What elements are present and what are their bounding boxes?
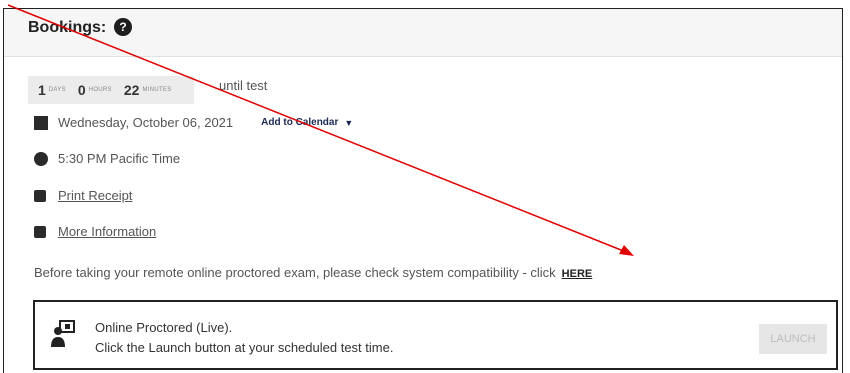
print-receipt-link[interactable]: Print Receipt [58, 188, 132, 203]
session-subtitle: Click the Launch button at your schedule… [95, 340, 394, 355]
date-row: Wednesday, October 06, 2021 Add to Calen… [34, 115, 353, 130]
countdown-minutes-value: 22 [123, 82, 140, 98]
session-card: Online Proctored (Live). Click the Launc… [33, 300, 838, 370]
help-icon[interactable]: ? [114, 18, 132, 36]
launch-button[interactable]: LAUNCH [759, 324, 827, 354]
info-icon [34, 225, 46, 238]
add-to-calendar-button[interactable]: Add to Calendar [261, 117, 338, 128]
print-receipt-row: Print Receipt [34, 188, 132, 203]
test-time: 5:30 PM Pacific Time [58, 151, 181, 166]
countdown-hours-value: 0 [77, 82, 86, 98]
proctor-person-icon [51, 320, 75, 347]
calendar-icon [34, 115, 48, 130]
here-link[interactable]: HERE [562, 268, 593, 280]
test-date: Wednesday, October 06, 2021 [58, 115, 234, 130]
session-title: Online Proctored (Live). [95, 320, 233, 335]
chevron-down-icon[interactable]: ▼ [344, 118, 353, 128]
countdown-days-unit: DAYS [48, 87, 66, 93]
countdown-timer: 1 DAYS 0 HOURS 22 MINUTES [28, 76, 194, 104]
countdown-minutes-unit: MINUTES [142, 87, 172, 93]
until-test-label: until test [219, 78, 268, 93]
countdown-days-value: 1 [38, 82, 46, 98]
compatibility-text: Before taking your remote online proctor… [34, 265, 556, 280]
compatibility-notice: Before taking your remote online proctor… [34, 265, 592, 280]
bookings-panel: Bookings: ? 1 DAYS 0 HOURS 22 MINUTES un… [3, 8, 843, 373]
time-row: 5:30 PM Pacific Time [34, 151, 180, 166]
bookings-title: Bookings: [28, 19, 107, 36]
bookings-header: Bookings: ? [4, 9, 842, 57]
more-information-row: More Information [34, 224, 156, 239]
clock-icon [34, 151, 48, 166]
receipt-icon [34, 189, 46, 202]
more-information-link[interactable]: More Information [58, 224, 156, 239]
countdown-hours-unit: HOURS [88, 87, 112, 93]
